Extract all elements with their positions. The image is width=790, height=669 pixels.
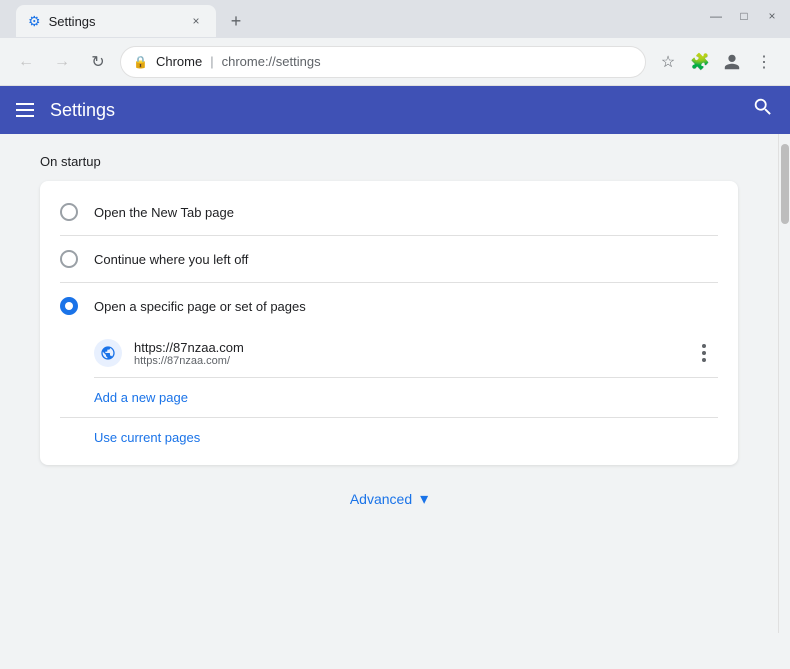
use-current-pages-button[interactable]: Use current pages bbox=[74, 418, 738, 457]
add-new-page-button[interactable]: Add a new page bbox=[74, 378, 738, 417]
scrollbar-track[interactable] bbox=[778, 134, 790, 633]
back-button[interactable]: ← bbox=[12, 48, 40, 76]
open-specific-page-option[interactable]: Open a specific page or set of pages bbox=[40, 283, 738, 329]
more-dot-1 bbox=[702, 344, 706, 348]
open-new-tab-label: Open the New Tab page bbox=[94, 205, 234, 220]
radio-circle-specific bbox=[60, 297, 78, 315]
minimize-button[interactable]: — bbox=[706, 6, 726, 26]
content-area: PC On startup Open the New Tab page Cont… bbox=[0, 134, 790, 633]
radio-circle-new-tab bbox=[60, 203, 78, 221]
url-separator: | bbox=[210, 54, 213, 69]
maximize-button[interactable]: □ bbox=[734, 6, 754, 26]
address-bar[interactable]: 🔒 Chrome | chrome://settings bbox=[120, 46, 646, 78]
open-new-tab-option[interactable]: Open the New Tab page bbox=[40, 189, 738, 235]
more-dot-3 bbox=[702, 358, 706, 362]
scrollbar-thumb[interactable] bbox=[781, 144, 789, 224]
hamburger-line-2 bbox=[16, 109, 34, 111]
advanced-row: Advanced ▾ bbox=[40, 473, 738, 525]
address-bar-row: ← → ↻ 🔒 Chrome | chrome://settings ☆ 🧩 ⋮ bbox=[0, 38, 790, 86]
profile-icon[interactable] bbox=[718, 48, 746, 76]
new-tab-button[interactable]: + bbox=[222, 7, 250, 35]
page-info: https://87nzaa.com https://87nzaa.com/ bbox=[134, 340, 678, 367]
title-bar: ⚙ Settings × + — □ × bbox=[0, 0, 790, 38]
reload-button[interactable]: ↻ bbox=[84, 48, 112, 76]
advanced-arrow-icon[interactable]: ▾ bbox=[420, 489, 428, 509]
chrome-menu-icon[interactable]: ⋮ bbox=[750, 48, 778, 76]
open-specific-page-label: Open a specific page or set of pages bbox=[94, 299, 306, 314]
bookmark-star-icon[interactable]: ☆ bbox=[654, 48, 682, 76]
close-window-button[interactable]: × bbox=[762, 6, 782, 26]
settings-header: Settings bbox=[0, 86, 790, 134]
tab-favicon: ⚙ bbox=[28, 13, 41, 30]
tab-bar: ⚙ Settings × + bbox=[8, 1, 700, 37]
settings-tab[interactable]: ⚙ Settings × bbox=[16, 5, 216, 37]
continue-where-left-option[interactable]: Continue where you left off bbox=[40, 236, 738, 282]
settings-page-title: Settings bbox=[50, 100, 115, 121]
page-url-title: https://87nzaa.com bbox=[134, 340, 678, 355]
hamburger-line-3 bbox=[16, 115, 34, 117]
tab-title: Settings bbox=[49, 14, 180, 29]
hamburger-menu-button[interactable] bbox=[16, 103, 34, 117]
window-controls: — □ × bbox=[706, 6, 782, 26]
startup-options-card: Open the New Tab page Continue where you… bbox=[40, 181, 738, 465]
main-content: PC On startup Open the New Tab page Cont… bbox=[0, 134, 778, 633]
more-dot-2 bbox=[702, 351, 706, 355]
extensions-icon[interactable]: 🧩 bbox=[686, 48, 714, 76]
radio-circle-continue bbox=[60, 250, 78, 268]
tab-close-button[interactable]: × bbox=[188, 13, 204, 29]
startup-page-entry: https://87nzaa.com https://87nzaa.com/ bbox=[74, 329, 738, 377]
lock-icon: 🔒 bbox=[133, 55, 148, 69]
continue-where-left-label: Continue where you left off bbox=[94, 252, 248, 267]
browser-brand: Chrome bbox=[156, 54, 202, 69]
settings-search-button[interactable] bbox=[752, 96, 774, 124]
on-startup-section-title: On startup bbox=[40, 154, 738, 169]
page-url-sub: https://87nzaa.com/ bbox=[134, 355, 678, 367]
page-globe-icon bbox=[94, 339, 122, 367]
page-more-button[interactable] bbox=[690, 339, 718, 367]
address-url: chrome://settings bbox=[222, 54, 321, 69]
forward-button[interactable]: → bbox=[48, 48, 76, 76]
advanced-button[interactable]: Advanced bbox=[350, 491, 412, 507]
toolbar-icons: ☆ 🧩 ⋮ bbox=[654, 48, 778, 76]
hamburger-line-1 bbox=[16, 103, 34, 105]
